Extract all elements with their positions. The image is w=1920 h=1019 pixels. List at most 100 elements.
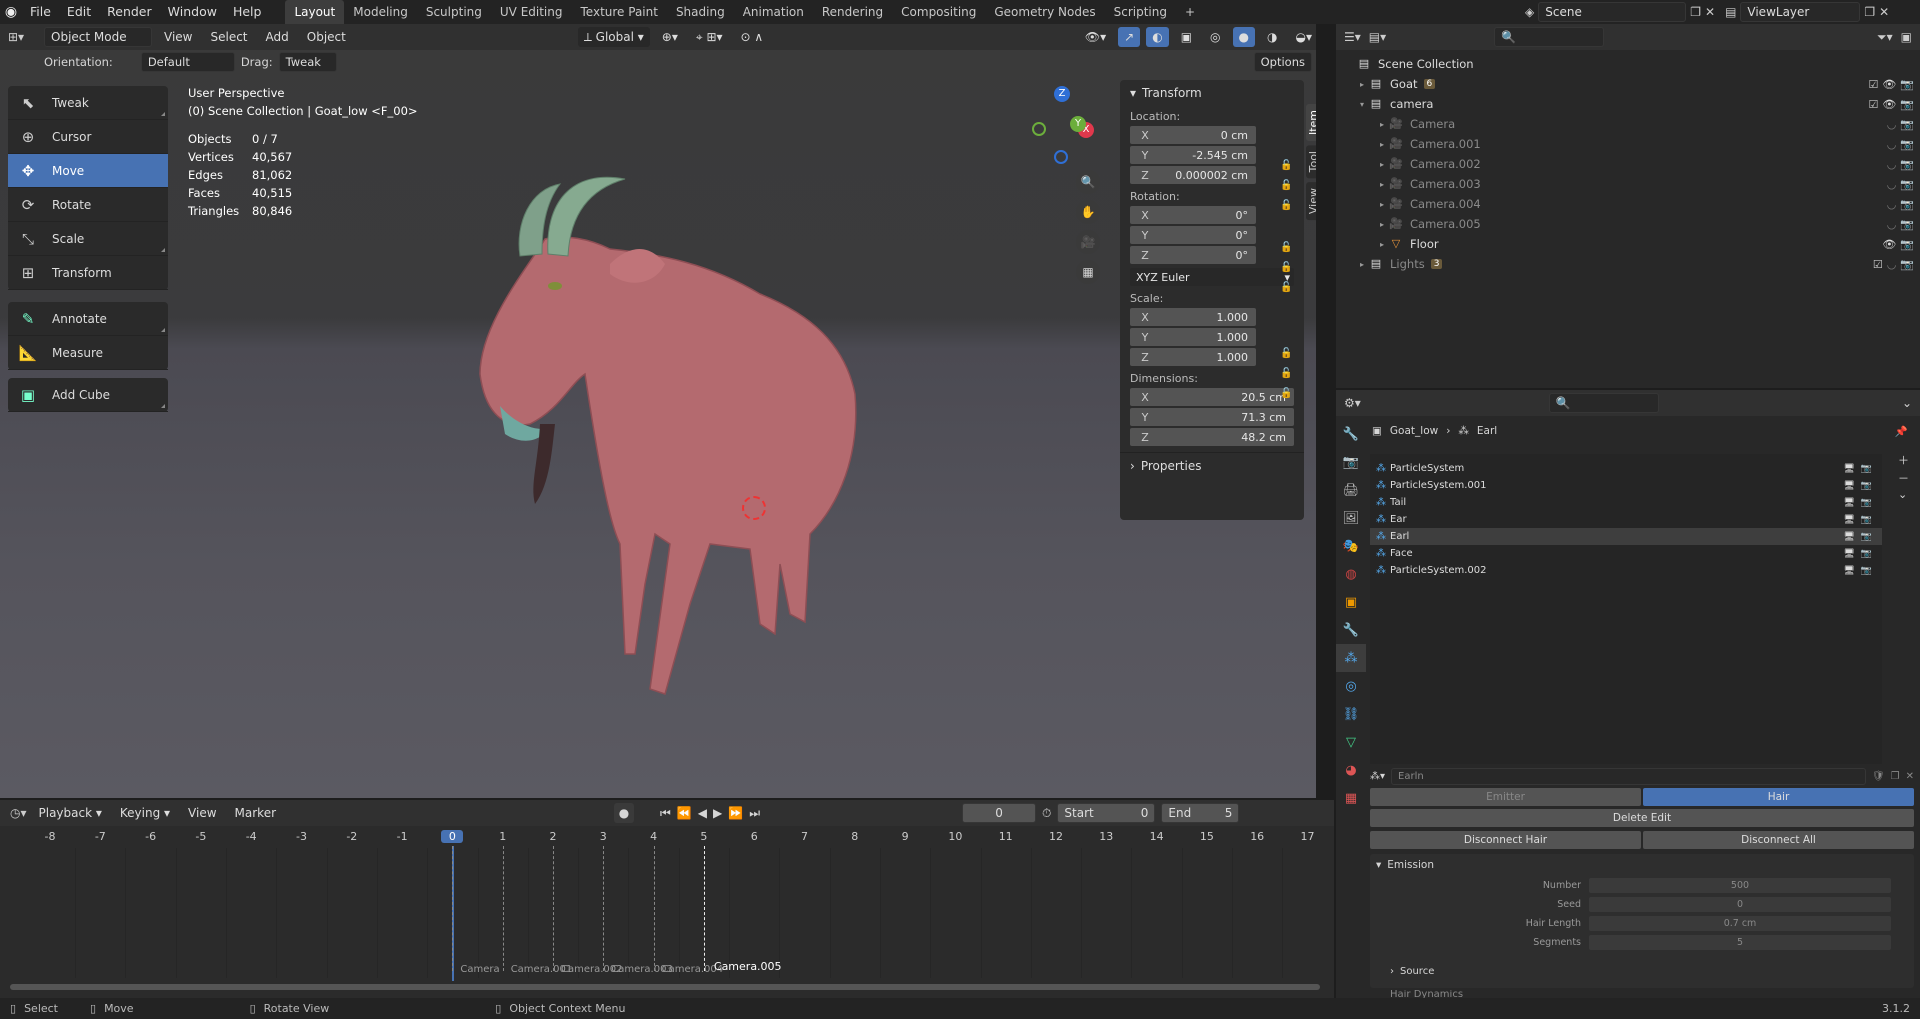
viewport-display-icon[interactable]: 🖥 [1843, 532, 1854, 542]
pin-icon[interactable]: 📌 [1895, 425, 1908, 438]
editor-type-icon[interactable]: ⊞▾ [8, 30, 38, 44]
outliner-item[interactable]: ▸ ▤ Lights 3 ☑ ◡ 📷 [1336, 254, 1920, 274]
ortho-grid-icon[interactable]: ▦ [1076, 260, 1100, 284]
eye-icon[interactable]: 👁 [1882, 238, 1896, 251]
viewport-display-icon[interactable]: 🖥 [1843, 515, 1854, 525]
duplicate-icon[interactable]: ❐ [1891, 771, 1900, 782]
scene-tab-icon[interactable]: 🎭 [1336, 532, 1366, 560]
eye-icon[interactable]: ◡ [1887, 198, 1897, 211]
view-layer-field[interactable]: ViewLayer [1740, 2, 1861, 22]
3d-cursor-icon[interactable] [742, 496, 766, 520]
sidebar-tab-tool[interactable]: Tool [1306, 145, 1316, 179]
expand-icon[interactable]: ▾ [1356, 100, 1368, 109]
location-x-field[interactable]: X 0 cm [1130, 126, 1256, 144]
render-camera-icon[interactable]: 📷 [1900, 178, 1914, 191]
type-emitter-button[interactable]: Emitter [1370, 788, 1641, 806]
viewport-display-icon[interactable]: 🖥 [1843, 481, 1854, 491]
add-slot-icon[interactable]: ＋ [1898, 452, 1909, 468]
menu-edit[interactable]: Edit [59, 0, 99, 24]
goat-model[interactable] [460, 144, 900, 704]
workspace-tab-sculpting[interactable]: Sculpting [417, 0, 491, 24]
tool-rotate[interactable]: ⟳ Rotate [8, 188, 168, 222]
render-camera-icon[interactable]: 📷 [1900, 98, 1914, 111]
transform-orientation[interactable]: ⟂ Global ▾ [577, 27, 650, 47]
tool-cursor[interactable]: ⊕ Cursor [8, 120, 168, 154]
orientation-dropdown[interactable]: Default [140, 52, 235, 72]
view-layer-tab-icon[interactable]: 🖼 [1336, 504, 1366, 532]
particles-tab-icon[interactable]: ⁂ [1336, 644, 1366, 672]
timeline-scrollbar[interactable] [10, 984, 1320, 990]
render-camera-icon[interactable]: 📷 [1900, 158, 1914, 171]
lock-icon[interactable]: 🔓 [1280, 180, 1292, 192]
exclude-checkbox-icon[interactable]: ☑ [1868, 78, 1878, 91]
display-mode-icon[interactable]: ▤▾ [1369, 30, 1386, 44]
chevron-down-icon[interactable]: ⌄ [1898, 488, 1909, 501]
expand-icon[interactable]: ▸ [1376, 240, 1388, 249]
tool-add-cube[interactable]: ▣ Add Cube [8, 378, 168, 412]
particle-system-item[interactable]: ⁂ Earl 🖥 📷 [1370, 528, 1882, 545]
properties-panel-header[interactable]: › Properties [1120, 452, 1304, 478]
delete-edit-button[interactable]: Delete Edit [1370, 809, 1914, 827]
particle-system-item[interactable]: ⁂ Face 🖥 📷 [1370, 545, 1882, 562]
lock-icon[interactable]: 🔓 [1280, 200, 1292, 212]
delete-view-layer-icon[interactable]: ✕ [1879, 5, 1889, 19]
eye-icon[interactable]: ◡ [1887, 158, 1897, 171]
disconnect-all-button[interactable]: Disconnect All [1643, 831, 1914, 849]
render-camera-icon[interactable]: 📷 [1861, 498, 1872, 508]
world-tab-icon[interactable]: ◍ [1336, 560, 1366, 588]
view-layer-icon[interactable]: ▤ [1725, 5, 1736, 19]
expand-icon[interactable]: ▸ [1376, 200, 1388, 209]
editor-type-icon[interactable]: ☰▾ [1344, 30, 1361, 44]
dimensions-y-field[interactable]: Y 71.3 cm [1130, 408, 1294, 426]
expand-icon[interactable]: ▸ [1376, 220, 1388, 229]
expand-icon[interactable]: ▸ [1356, 260, 1368, 269]
sidebar-tab-view[interactable]: View [1306, 182, 1316, 221]
workspace-tab-uv-editing[interactable]: UV Editing [491, 0, 572, 24]
shading-wireframe-icon[interactable]: ◎ [1204, 27, 1226, 47]
rotation-mode-dropdown[interactable]: XYZ Euler ▾ [1130, 268, 1294, 286]
outliner-item[interactable]: ▸ 🎥 Camera.001 ◡ 📷 [1336, 134, 1920, 154]
render-camera-icon[interactable]: 📷 [1861, 566, 1872, 576]
viewport-display-icon[interactable]: 🖥 [1843, 498, 1854, 508]
type-hair-button[interactable]: Hair [1643, 788, 1914, 806]
outliner-item[interactable]: ▸ ▤ Goat 6 ☑ 👁 📷 [1336, 74, 1920, 94]
eye-icon[interactable]: ◡ [1887, 258, 1897, 271]
scale-x-field[interactable]: X 1.000 [1130, 308, 1256, 326]
workspace-tab-animation[interactable]: Animation [734, 0, 813, 24]
render-camera-icon[interactable]: 📷 [1861, 549, 1872, 559]
workspace-tab-scripting[interactable]: Scripting [1105, 0, 1176, 24]
render-camera-icon[interactable]: 📷 [1861, 532, 1872, 542]
gizmo-z-icon[interactable]: Z [1054, 86, 1070, 102]
eye-icon[interactable]: ◡ [1887, 178, 1897, 191]
modifier-tab-icon[interactable]: 🔧 [1336, 616, 1366, 644]
outliner-item[interactable]: ▸ 🎥 Camera ◡ 📷 [1336, 114, 1920, 134]
viewport-menu-object[interactable]: Object [301, 27, 352, 47]
hair-dynamics-header[interactable]: Hair Dynamics [1370, 990, 1914, 998]
camera-marker[interactable]: Camera [460, 964, 499, 975]
shading-material-icon[interactable]: ◑ [1261, 27, 1283, 47]
outliner-search-input[interactable]: 🔍 [1494, 27, 1605, 47]
material-tab-icon[interactable]: ◕ [1336, 756, 1366, 784]
object-tab-icon[interactable]: ▣ [1336, 588, 1366, 616]
snap-icon[interactable]: ⌖ ⊞▾ [690, 27, 729, 47]
outliner-item[interactable]: ▾ ▤ camera ☑ 👁 📷 [1336, 94, 1920, 114]
workspace-tab-layout[interactable]: Layout [285, 0, 345, 24]
render-camera-icon[interactable]: 📷 [1900, 218, 1914, 231]
gizmo-neg-y-icon[interactable] [1032, 122, 1046, 136]
new-scene-icon[interactable]: ❐ [1690, 5, 1701, 19]
pan-hand-icon[interactable]: ✋ [1076, 200, 1100, 224]
render-camera-icon[interactable]: 📷 [1900, 78, 1914, 91]
drag-dropdown[interactable]: Tweak [278, 52, 337, 72]
exclude-checkbox-icon[interactable]: ☑ [1873, 258, 1883, 271]
eye-icon[interactable]: 👁 [1882, 78, 1896, 91]
lock-icon[interactable]: 🔓 [1280, 388, 1292, 400]
workspace-tab-modeling[interactable]: Modeling [344, 0, 417, 24]
output-tab-icon[interactable]: 🖨 [1336, 476, 1366, 504]
blender-logo-icon[interactable]: ◉ [0, 4, 22, 20]
emission-segments-field[interactable]: Segments 5 [1370, 933, 1914, 952]
scene-icon[interactable]: ◈ [1525, 5, 1534, 19]
outliner-item[interactable]: ▸ 🎥 Camera.004 ◡ 📷 [1336, 194, 1920, 214]
add-workspace-button[interactable]: + [1176, 0, 1204, 24]
editor-type-icon[interactable]: ⚙▾ [1344, 396, 1361, 410]
eye-icon[interactable]: ◡ [1887, 218, 1897, 231]
